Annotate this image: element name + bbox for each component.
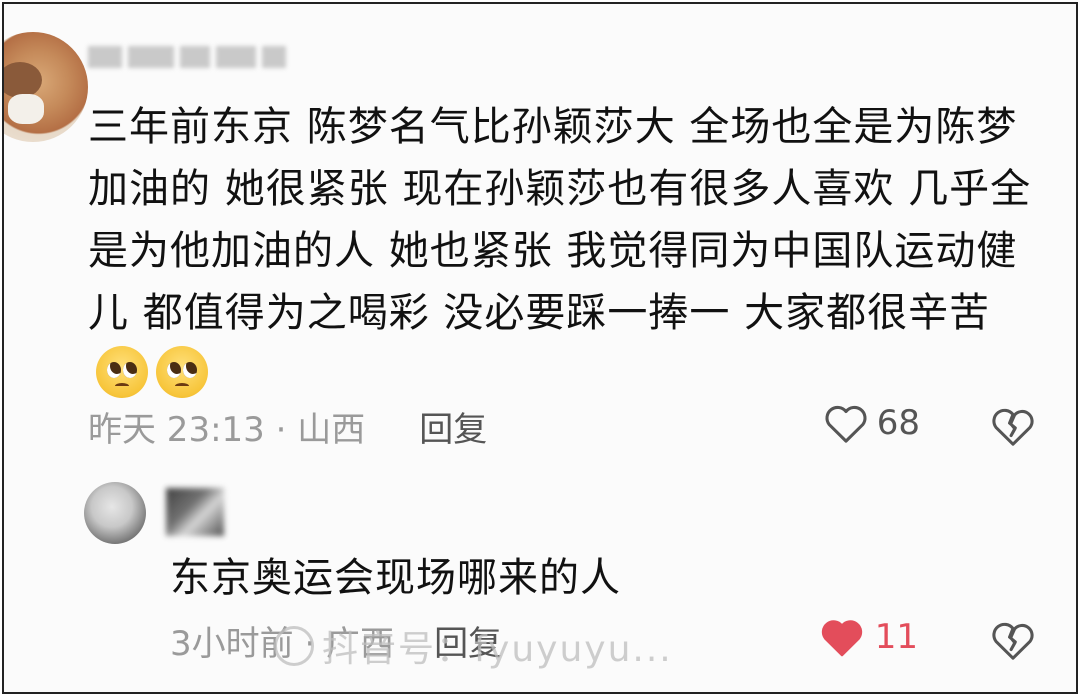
- broken-heart-icon[interactable]: [990, 404, 1036, 448]
- username-blurred[interactable]: [88, 34, 308, 80]
- reply-meta: 3小时前 · 广西 回复: [170, 616, 502, 665]
- comment-body: 三年前东京 陈梦名气比孙颖莎大 全场也全是为陈梦加油的 她很紧张 现在孙颖莎也有…: [88, 96, 1048, 406]
- comment-text: 三年前东京 陈梦名气比孙颖莎大 全场也全是为陈梦加油的 她很紧张 现在孙颖莎也有…: [88, 104, 1032, 336]
- pleading-face-icon: [156, 346, 208, 398]
- broken-heart-icon[interactable]: [990, 618, 1036, 662]
- comment-time-location: 昨天 23:13 · 山西: [88, 409, 366, 450]
- comment-thread: 三年前东京 陈梦名气比孙颖莎大 全场也全是为陈梦加油的 她很紧张 现在孙颖莎也有…: [2, 2, 1078, 694]
- comment-meta: 昨天 23:13 · 山西 回复: [88, 402, 487, 451]
- reply-username-blurred[interactable]: [166, 488, 224, 536]
- heart-filled-icon: [821, 620, 862, 657]
- reply-time-location: 3小时前 · 广西: [170, 623, 395, 664]
- reply-avatar[interactable]: [84, 482, 146, 544]
- heart-outline-icon: [825, 405, 867, 443]
- reply-button[interactable]: 回复: [419, 402, 487, 451]
- reply-like-button[interactable]: 11: [819, 616, 918, 658]
- like-button[interactable]: 68: [823, 402, 920, 444]
- reply-like-count: 11: [874, 617, 918, 657]
- reply-text: 东京奥运会现场哪来的人: [170, 555, 621, 601]
- reply-reply-button[interactable]: 回复: [434, 616, 502, 665]
- like-count: 68: [876, 403, 920, 443]
- avatar[interactable]: [4, 32, 88, 142]
- pleading-face-icon: [96, 346, 148, 398]
